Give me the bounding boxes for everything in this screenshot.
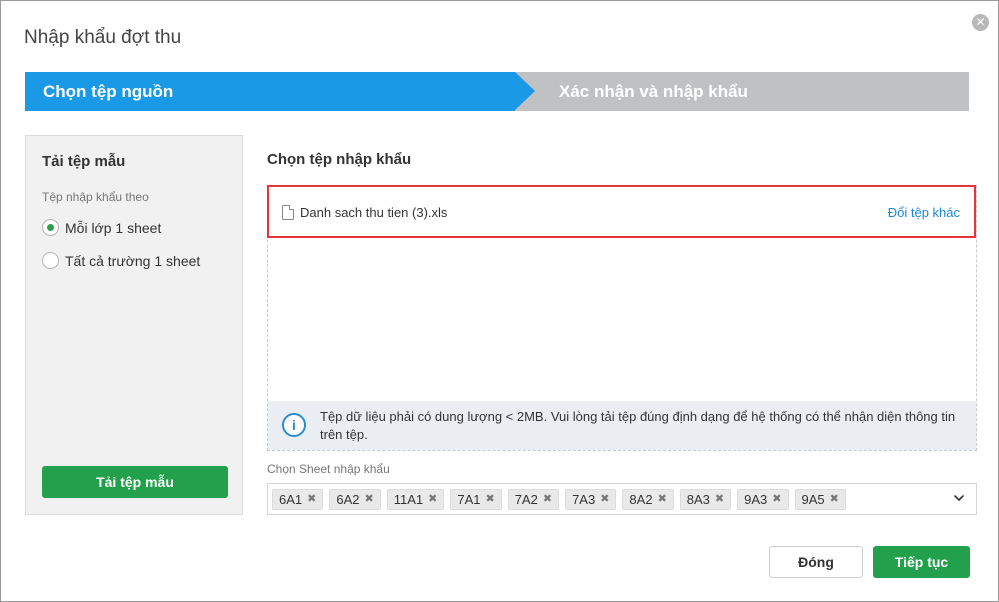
step-choose-source: Chọn tệp nguồn xyxy=(25,72,515,111)
sheet-chip-label: 7A3 xyxy=(572,492,596,507)
remove-chip-icon[interactable]: ✖ xyxy=(830,490,839,509)
radio-option-per-class[interactable]: Mỗi lớp 1 sheet xyxy=(42,219,161,236)
sheet-chip: 8A2 ✖ xyxy=(622,489,674,510)
sheet-multiselect[interactable]: 6A1 ✖ 6A2 ✖ 11A1 ✖ 7A1 ✖ 7A2 ✖ 7A3 ✖ 8A2 ✖ 8A3 ✖ 9A3 ✖ 9A5… xyxy=(267,483,977,515)
remove-chip-icon[interactable]: ✖ xyxy=(600,490,609,509)
info-text: Tệp dữ liệu phải có dung lượng < 2MB. Vu… xyxy=(320,409,956,442)
step-confirm-import: Xác nhận và nhập khẩu xyxy=(501,72,969,111)
remove-chip-icon[interactable]: ✖ xyxy=(307,490,316,509)
sheet-chip: 6A2 ✖ xyxy=(329,489,381,510)
radio-option-all-school[interactable]: Tất cả trường 1 sheet xyxy=(42,252,200,269)
close-icon[interactable]: ✕ xyxy=(972,14,989,31)
template-panel-title: Tải tệp mẫu xyxy=(42,153,126,170)
sheet-chip: 7A1 ✖ xyxy=(450,489,502,510)
sheet-chip: 8A3 ✖ xyxy=(679,489,732,510)
remove-chip-icon[interactable]: ✖ xyxy=(715,490,724,509)
remove-chip-icon[interactable]: ✖ xyxy=(658,490,667,509)
sheet-chip-label: 6A2 xyxy=(336,492,360,507)
file-name: Danh sach thu tien (3).xls xyxy=(300,205,448,220)
radio-label: Tất cả trường 1 sheet xyxy=(65,252,201,269)
remove-chip-icon[interactable]: ✖ xyxy=(543,490,552,509)
step-active-arrow xyxy=(515,72,535,110)
remove-chip-icon[interactable]: ✖ xyxy=(365,490,374,509)
radio-button[interactable] xyxy=(42,252,59,269)
info-icon: i xyxy=(282,413,306,437)
import-dialog: Nhập khẩu đợt thu ✕ Xác nhận và nhập khẩ… xyxy=(0,0,999,602)
import-section-title: Chọn tệp nhập khẩu xyxy=(267,151,412,168)
selected-file-row: Danh sach thu tien (3).xls Đổi tệp khác xyxy=(267,185,976,238)
sheet-chip: 6A1 ✖ xyxy=(272,489,324,510)
sheet-chip-label: 7A1 xyxy=(457,492,481,507)
sheet-chip: 9A5 ✖ xyxy=(794,489,846,510)
dialog-title: Nhập khẩu đợt thu xyxy=(24,27,182,48)
sheet-chip-label: 9A5 xyxy=(801,492,825,507)
download-template-button[interactable]: Tải tệp mẫu xyxy=(42,466,228,498)
chevron-down-icon[interactable] xyxy=(952,491,966,505)
radio-button-checked[interactable] xyxy=(42,219,59,236)
sheet-chip-label: 8A3 xyxy=(686,492,710,507)
info-notice: i Tệp dữ liệu phải có dung lượng < 2MB. … xyxy=(268,401,976,450)
step-progress: Xác nhận và nhập khẩu Chọn tệp nguồn xyxy=(25,72,969,111)
sheet-chip-label: 8A2 xyxy=(629,492,653,507)
sheet-chip-label: 11A1 xyxy=(393,492,424,507)
sheet-chip: 7A3 ✖ xyxy=(565,489,617,510)
close-button[interactable]: Đóng xyxy=(769,546,863,578)
sheet-chip: 11A1 ✖ xyxy=(386,489,445,510)
sheet-chip: 7A2 ✖ xyxy=(507,489,560,510)
remove-chip-icon[interactable]: ✖ xyxy=(772,490,781,509)
sheet-chip-label: 9A3 xyxy=(744,492,768,507)
sheet-chip-label: 7A2 xyxy=(514,492,538,507)
sheet-chip-label: 6A1 xyxy=(279,492,303,507)
change-file-link[interactable]: Đổi tệp khác xyxy=(888,205,960,220)
sheet-chips: 6A1 ✖ 6A2 ✖ 11A1 ✖ 7A1 ✖ 7A2 ✖ 7A3 ✖ 8A2 ✖ 8A3 ✖ 9A3 ✖ 9A5… xyxy=(272,489,852,510)
template-panel-subtitle: Tệp nhập khẩu theo xyxy=(42,190,149,204)
sheet-chip: 9A3 ✖ xyxy=(737,489,789,510)
remove-chip-icon[interactable]: ✖ xyxy=(428,490,437,509)
remove-chip-icon[interactable]: ✖ xyxy=(485,490,494,509)
radio-label: Mỗi lớp 1 sheet xyxy=(65,219,162,236)
sheet-select-label: Chọn Sheet nhập khẩu xyxy=(267,462,390,476)
continue-button[interactable]: Tiếp tục xyxy=(873,546,970,578)
file-icon xyxy=(282,205,294,220)
template-panel: Tải tệp mẫu Tệp nhập khẩu theo Mỗi lớp 1… xyxy=(25,135,243,515)
